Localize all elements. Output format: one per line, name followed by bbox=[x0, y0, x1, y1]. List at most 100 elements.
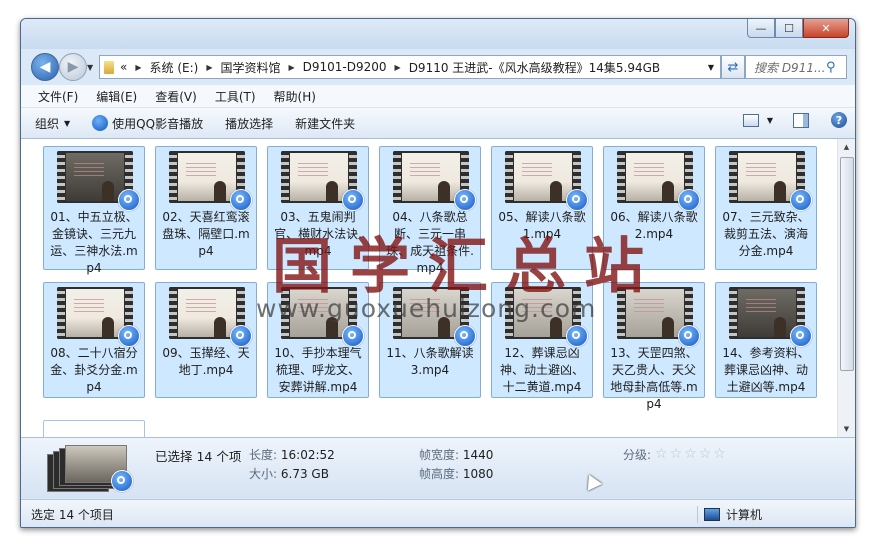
film-strip bbox=[393, 151, 401, 203]
play-selection-button[interactable]: 播放选择 bbox=[225, 115, 273, 132]
chevron-down-icon: ▼ bbox=[64, 118, 71, 128]
view-dropdown-icon[interactable]: ▼ bbox=[767, 116, 773, 125]
menu-bar: 文件(F) 编辑(E) 查看(V) 工具(T) 帮助(H) bbox=[21, 85, 855, 108]
file-name: 12、葬课忌凶神、动土避凶、十二黄道.mp4 bbox=[499, 346, 584, 394]
breadcrumb-range[interactable]: D9101-D9200 bbox=[303, 60, 387, 74]
file-item[interactable]: 02、天喜红鸾滚盘珠、隔壁口.mp4 bbox=[155, 146, 257, 270]
menu-edit[interactable]: 编辑(E) bbox=[96, 88, 137, 105]
separator-icon: ▶ bbox=[394, 62, 401, 72]
preview-pane-icon[interactable] bbox=[793, 112, 809, 128]
film-strip bbox=[169, 151, 177, 203]
file-item[interactable]: 09、玉撵经、天地丁.mp4 bbox=[155, 282, 257, 398]
video-frame bbox=[178, 289, 236, 337]
refresh-icon: ⇄ bbox=[727, 59, 739, 75]
video-frame bbox=[402, 153, 460, 201]
menu-file[interactable]: 文件(F) bbox=[38, 88, 78, 105]
file-item[interactable]: 07、三元致杂、裁剪五法、演海分金.mp4 bbox=[715, 146, 817, 270]
forward-button[interactable]: ▶ bbox=[59, 53, 87, 81]
film-strip bbox=[57, 287, 65, 339]
search-placeholder[interactable]: 搜索 D911... bbox=[746, 59, 826, 76]
close-button[interactable]: ✕ bbox=[803, 19, 849, 38]
frame-height-label: 帧高度: bbox=[419, 467, 460, 481]
qq-player-icon bbox=[790, 325, 812, 347]
separator-icon: ▶ bbox=[206, 62, 213, 72]
scroll-thumb[interactable] bbox=[840, 157, 854, 371]
frame-width-value: 1440 bbox=[462, 448, 494, 462]
rating-label: 分级: bbox=[623, 448, 652, 462]
file-name: 10、手抄本理气梳理、呼龙文、安葬讲解.mp4 bbox=[274, 346, 362, 394]
file-name: 02、天喜红鸾滚盘珠、隔壁口.mp4 bbox=[162, 210, 250, 258]
length-value: 16:02:52 bbox=[280, 448, 335, 462]
file-item[interactable]: 01、中五立极、金镜诀、三元九运、三神水法.mp4 bbox=[43, 146, 145, 275]
size-value: 6.73 GB bbox=[280, 467, 329, 481]
search-icon[interactable]: ⚲ bbox=[826, 60, 846, 75]
address-dropdown-icon[interactable]: ▼ bbox=[708, 63, 714, 72]
video-frame bbox=[514, 153, 572, 201]
title-bar[interactable]: — ☐ ✕ bbox=[21, 19, 855, 49]
video-frame bbox=[626, 153, 684, 201]
refresh-button[interactable]: ⇄ bbox=[721, 55, 745, 79]
new-folder-button[interactable]: 新建文件夹 bbox=[295, 115, 355, 132]
file-name: 08、二十八宿分金、卦爻分金.mp4 bbox=[50, 346, 138, 394]
recent-pages-dropdown[interactable]: ▼ bbox=[87, 63, 93, 72]
minimize-button[interactable]: — bbox=[747, 19, 775, 38]
file-item[interactable]: 08、二十八宿分金、卦爻分金.mp4 bbox=[43, 282, 145, 398]
help-icon[interactable]: ? bbox=[831, 112, 847, 128]
maximize-button[interactable]: ☐ bbox=[775, 19, 803, 38]
file-item[interactable]: 14、参考资料、葬课忌凶神、动土避凶等.mp4 bbox=[715, 282, 817, 398]
breadcrumb-drive[interactable]: 系统 (E:) bbox=[150, 59, 199, 76]
qq-player-icon bbox=[454, 325, 476, 347]
menu-help[interactable]: 帮助(H) bbox=[274, 88, 316, 105]
change-view-icon[interactable] bbox=[742, 113, 759, 127]
file-name: 09、玉撵经、天地丁.mp4 bbox=[162, 346, 250, 377]
breadcrumb-current[interactable]: D9110 王进武-《风水高级教程》14集5.94GB bbox=[409, 59, 660, 76]
star-icon[interactable]: ☆ bbox=[699, 446, 712, 462]
selection-thumbnail-stack bbox=[47, 444, 133, 492]
star-icon[interactable]: ☆ bbox=[655, 446, 668, 462]
qq-player-icon bbox=[118, 189, 140, 211]
address-bar[interactable]: « ▶ 系统 (E:) ▶ 国学资料馆 ▶ D9101-D9200 ▶ D911… bbox=[99, 55, 721, 79]
star-icon[interactable]: ☆ bbox=[670, 446, 683, 462]
play-with-qq-button[interactable]: 使用QQ影音播放 bbox=[92, 115, 203, 132]
film-strip bbox=[729, 151, 737, 203]
command-bar: 组织 ▼ 使用QQ影音播放 播放选择 新建文件夹 ▼ ? bbox=[21, 108, 855, 139]
separator-icon: ▶ bbox=[135, 62, 142, 72]
play-selection-label: 播放选择 bbox=[225, 116, 274, 131]
video-frame bbox=[290, 153, 348, 201]
menu-view[interactable]: 查看(V) bbox=[155, 88, 197, 105]
video-frame bbox=[738, 153, 796, 201]
selection-count: 已选择 14 个项 bbox=[155, 449, 242, 464]
file-name: 01、中五立极、金镜诀、三元九运、三神水法.mp4 bbox=[50, 210, 138, 275]
rating-stars[interactable]: ☆ ☆ ☆ ☆ ☆ bbox=[655, 446, 728, 462]
qq-player-icon bbox=[566, 189, 588, 211]
star-icon[interactable]: ☆ bbox=[684, 446, 697, 462]
file-name: 07、三元致杂、裁剪五法、演海分金.mp4 bbox=[722, 210, 810, 258]
film-strip bbox=[281, 151, 289, 203]
search-box[interactable]: 搜索 D911... ⚲ bbox=[745, 55, 847, 79]
video-frame bbox=[738, 289, 796, 337]
video-frame bbox=[178, 153, 236, 201]
watermark-url: www.guoxuehuizong.com bbox=[256, 294, 597, 323]
qq-player-icon bbox=[454, 189, 476, 211]
scroll-up-icon[interactable]: ▲ bbox=[838, 139, 855, 155]
address-overflow[interactable]: « bbox=[120, 60, 127, 74]
video-frame bbox=[66, 153, 124, 201]
organize-button[interactable]: 组织 ▼ bbox=[35, 115, 70, 132]
qq-player-icon bbox=[92, 115, 109, 131]
back-button[interactable]: ◀ bbox=[31, 53, 59, 81]
qq-player-icon bbox=[790, 189, 812, 211]
status-bar: 选定 14 个项目 计算机 bbox=[21, 499, 855, 527]
file-item-partial[interactable] bbox=[43, 420, 145, 437]
qq-player-icon bbox=[230, 189, 252, 211]
scroll-down-icon[interactable]: ▼ bbox=[838, 421, 855, 437]
film-strip bbox=[505, 151, 513, 203]
star-icon[interactable]: ☆ bbox=[713, 446, 726, 462]
status-selection-text: 选定 14 个项目 bbox=[31, 508, 114, 522]
watermark-text: 国学汇总站 bbox=[272, 232, 662, 302]
menu-tools[interactable]: 工具(T) bbox=[215, 88, 256, 105]
film-strip bbox=[169, 287, 177, 339]
video-frame bbox=[66, 289, 124, 337]
film-strip bbox=[57, 151, 65, 203]
breadcrumb-folder[interactable]: 国学资料馆 bbox=[220, 59, 280, 76]
vertical-scrollbar[interactable]: ▲ ▼ bbox=[837, 139, 855, 437]
